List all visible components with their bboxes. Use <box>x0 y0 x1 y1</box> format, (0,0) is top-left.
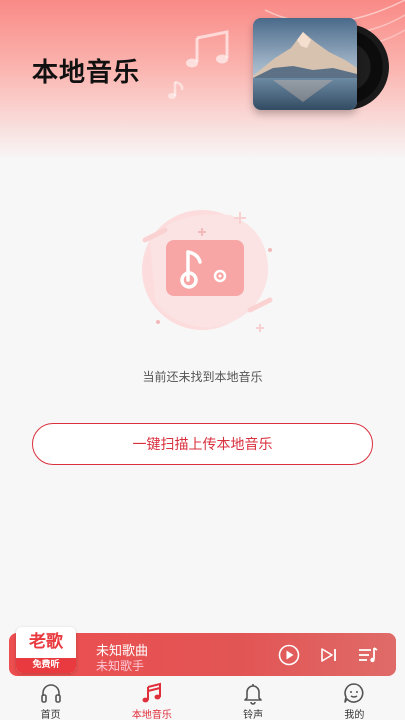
tab-label: 本地音乐 <box>131 710 172 720</box>
album-artwork <box>253 18 389 116</box>
tab-profile[interactable]: 我的 <box>319 681 389 720</box>
badge-title: 老歌 <box>29 632 63 652</box>
smiley-face-icon <box>344 683 364 703</box>
empty-state-illustration <box>142 210 273 332</box>
tab-local-music[interactable]: 本地音乐 <box>117 681 187 720</box>
tab-label: 铃声 <box>243 710 264 720</box>
music-note-small-decoration-icon <box>168 80 184 99</box>
album-cover-image <box>253 18 357 110</box>
play-icon[interactable] <box>278 644 300 666</box>
tab-ringtones[interactable]: 铃声 <box>218 681 288 720</box>
header-banner: 本地音乐 <box>0 0 405 160</box>
tab-home[interactable]: 首页 <box>16 681 86 720</box>
scan-upload-button[interactable]: 一键扫描上传本地音乐 <box>32 423 373 465</box>
headphones-icon <box>40 684 61 703</box>
next-track-icon[interactable] <box>318 644 340 666</box>
tab-label: 首页 <box>40 710 61 720</box>
music-note-decoration-icon <box>186 30 229 68</box>
empty-state-message: 当前还未找到本地音乐 <box>142 370 263 384</box>
bell-icon <box>244 684 262 705</box>
tab-label: 我的 <box>344 710 365 720</box>
bottom-tab-bar: 首页 本地音乐 铃声 我的 <box>0 678 405 720</box>
badge-subtitle: 免费听 <box>16 658 76 673</box>
playlist-icon[interactable] <box>357 644 379 666</box>
page-title: 本地音乐 <box>32 58 141 88</box>
player-artist: 未知歌手 <box>96 659 145 673</box>
player-cover-badge[interactable]: 老歌 免费听 <box>16 627 76 673</box>
music-note-icon <box>142 682 161 703</box>
